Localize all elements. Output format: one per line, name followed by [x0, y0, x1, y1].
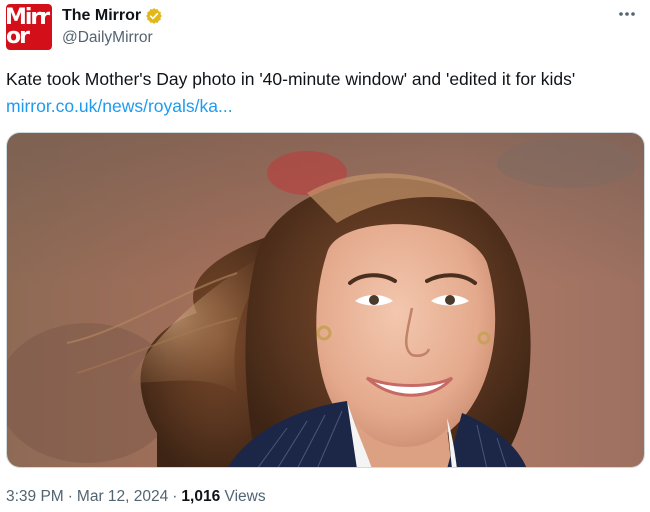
photo-image — [7, 133, 644, 467]
handle[interactable]: @DailyMirror — [62, 29, 163, 47]
avatar-logo-line2: or — [6, 24, 30, 49]
views-count: 1,016 — [181, 488, 221, 505]
tweet-meta: 3:39 PM · Mar 12, 2024 · 1,016 Views — [6, 488, 266, 506]
tweet-text: Kate took Mother's Day photo in '40-minu… — [6, 66, 638, 120]
tweet-header: Mirr or The Mirror @DailyMirror — [6, 4, 646, 52]
display-name[interactable]: The Mirror — [62, 7, 141, 25]
tweet-body: Kate took Mother's Day photo in '40-minu… — [6, 69, 576, 89]
tweet-time[interactable]: 3:39 PM — [6, 488, 64, 505]
verified-badge-icon — [145, 7, 163, 25]
tweet-photo[interactable] — [6, 132, 645, 468]
display-name-row: The Mirror — [62, 5, 163, 27]
avatar[interactable]: Mirr or — [6, 4, 52, 50]
more-options-icon[interactable] — [614, 4, 640, 24]
author-names: The Mirror @DailyMirror — [62, 5, 163, 47]
article-link[interactable]: mirror.co.uk/news/royals/ka... — [6, 96, 233, 116]
separator: · — [67, 488, 73, 505]
views-label: Views — [224, 488, 266, 505]
separator: · — [172, 488, 178, 505]
tweet-date[interactable]: Mar 12, 2024 — [77, 488, 168, 505]
